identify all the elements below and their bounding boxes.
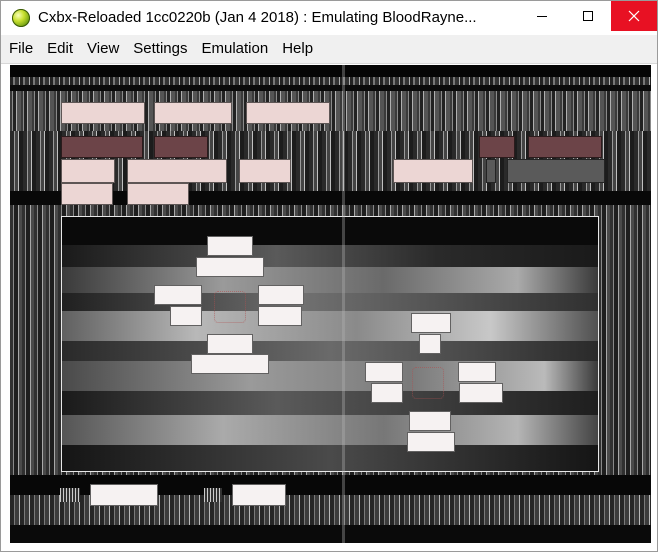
minimize-icon <box>537 16 547 17</box>
garbled-glyph <box>371 383 403 403</box>
minimize-button[interactable] <box>519 1 565 31</box>
menu-help[interactable]: Help <box>275 37 320 61</box>
panel-stripe <box>62 361 598 391</box>
garbled-text-block <box>486 159 496 183</box>
menu-file[interactable]: File <box>1 37 40 61</box>
render-band <box>10 77 651 85</box>
garbled-glyph <box>154 285 202 305</box>
garbled-text-block <box>127 183 189 205</box>
close-icon <box>628 10 640 22</box>
emulation-render-area[interactable] <box>10 65 651 543</box>
garbled-glyph <box>258 285 304 305</box>
garbled-text-block <box>61 159 115 183</box>
garbled-glyph <box>170 306 202 326</box>
panel-stripe <box>62 341 598 361</box>
garbled-text-block <box>90 484 158 506</box>
controller-buttons-icon <box>412 367 444 399</box>
panel-stripe <box>62 217 598 245</box>
garbled-glyph <box>196 257 264 277</box>
menu-edit[interactable]: Edit <box>40 37 80 61</box>
menu-settings[interactable]: Settings <box>126 37 194 61</box>
cxbx-reloaded-icon[interactable] <box>12 9 30 27</box>
panel-stripe <box>62 245 598 267</box>
panel-stripe <box>62 391 598 415</box>
garbled-glyph <box>207 334 253 354</box>
window-title: Cxbx-Reloaded 1cc0220b (Jan 4 2018) : Em… <box>38 9 477 26</box>
garbled-text-block <box>528 136 602 158</box>
panel-stripe <box>62 267 598 293</box>
garbled-text-block <box>127 159 227 183</box>
close-button[interactable] <box>611 1 657 31</box>
panel-stripe <box>62 311 598 341</box>
garbled-text-block <box>507 159 605 183</box>
garbled-text-block <box>154 102 232 124</box>
dpad-icon <box>214 291 246 323</box>
panel-stripe <box>62 445 598 471</box>
garbled-glyph <box>365 362 403 382</box>
maximize-button[interactable] <box>565 1 611 31</box>
garbled-glyph <box>407 432 455 452</box>
garbled-glyph <box>419 334 441 354</box>
menu-view[interactable]: View <box>80 37 126 61</box>
garbled-text-block <box>154 136 208 158</box>
garbled-glyph <box>207 236 253 256</box>
menu-emulation[interactable]: Emulation <box>194 37 275 61</box>
garbled-text-block <box>479 136 515 158</box>
garbled-text-block <box>232 484 286 506</box>
garbled-glyph <box>204 488 222 502</box>
garbled-text-block <box>239 159 291 183</box>
panel-stripe <box>62 415 598 445</box>
garbled-glyph <box>411 313 451 333</box>
garbled-glyph <box>459 383 503 403</box>
garbled-text-block <box>61 136 143 158</box>
panel-stripe <box>62 293 598 311</box>
garbled-glyph <box>409 411 451 431</box>
garbled-text-block <box>61 183 113 205</box>
garbled-glyph <box>458 362 496 382</box>
dialog-panel <box>61 216 599 472</box>
title-bar[interactable]: Cxbx-Reloaded 1cc0220b (Jan 4 2018) : Em… <box>1 1 657 35</box>
maximize-icon <box>583 11 593 21</box>
garbled-glyph <box>191 354 269 374</box>
render-seam <box>342 65 345 543</box>
render-band <box>10 65 651 77</box>
garbled-glyph <box>258 306 302 326</box>
emulator-window: Cxbx-Reloaded 1cc0220b (Jan 4 2018) : Em… <box>0 0 658 552</box>
garbled-text-block <box>246 102 330 124</box>
garbled-glyph <box>60 488 80 502</box>
render-band <box>10 525 651 543</box>
garbled-text-block <box>61 102 145 124</box>
garbled-text-block <box>393 159 473 183</box>
menu-bar: File Edit View Settings Emulation Help <box>1 35 657 64</box>
